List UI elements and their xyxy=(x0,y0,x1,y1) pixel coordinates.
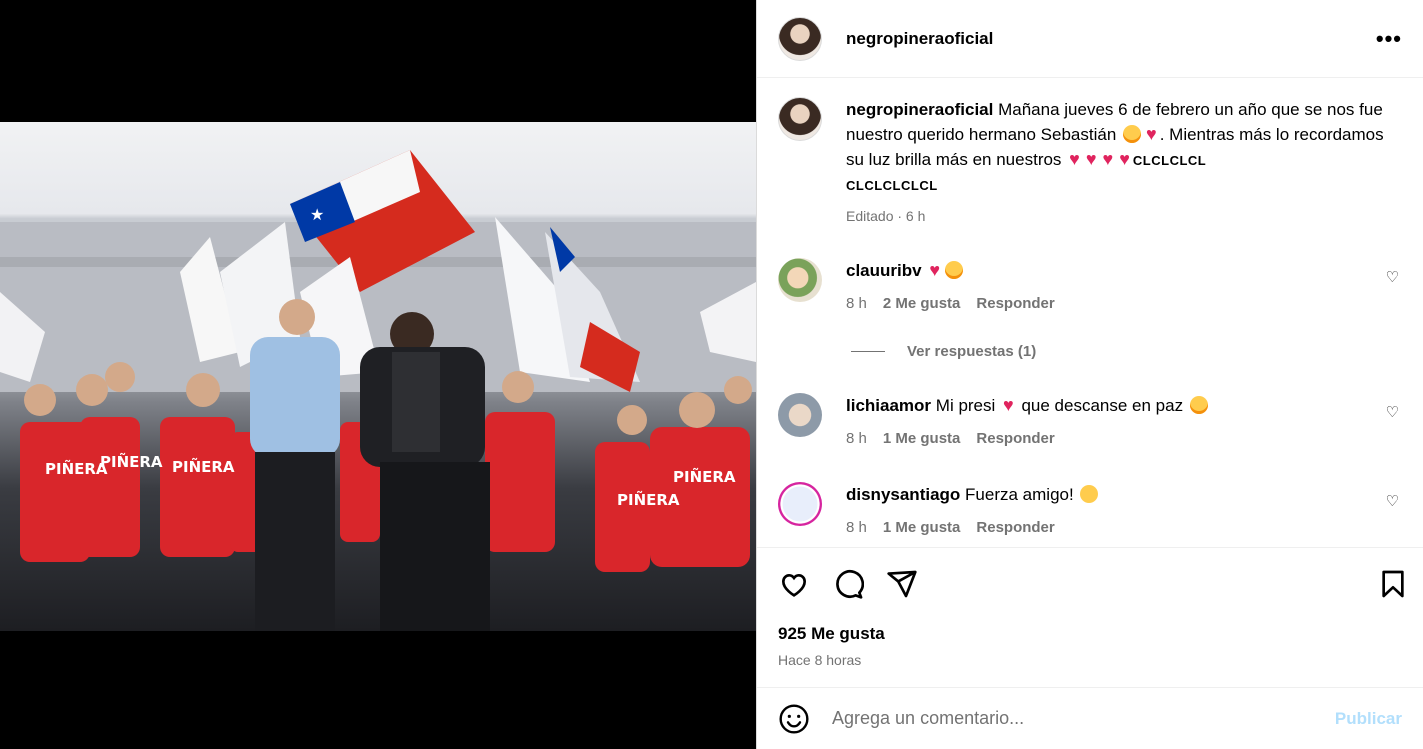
comment-input[interactable]: Agrega un comentario... xyxy=(832,708,1024,729)
speech-bubble-icon[interactable] xyxy=(832,568,864,600)
comment-time: 8 h xyxy=(846,519,867,536)
comment-text: Fuerza amigo! xyxy=(965,485,1074,504)
red-heart-emoji-icon: ♥ xyxy=(1085,149,1097,169)
comment-like-heart-icon[interactable]: ♡ xyxy=(1386,403,1399,421)
red-heart-emoji-icon: ♥ xyxy=(1146,124,1157,144)
rally-illustration: ★ PIÑERAPIÑERA PIÑERA PIÑERAPIÑERA xyxy=(0,150,756,631)
view-replies-button[interactable]: Ver respuestas (1) xyxy=(851,343,1036,360)
publish-button[interactable]: Publicar xyxy=(1335,709,1402,729)
red-heart-emoji-icon: ♥ xyxy=(1102,149,1114,169)
post-actions: 925 Me gusta Hace 8 horas xyxy=(757,547,1423,687)
replies-line xyxy=(851,351,885,352)
comment-like-heart-icon[interactable]: ♡ xyxy=(1386,492,1399,510)
red-heart-emoji-icon: ♥ xyxy=(929,260,941,280)
comment-likes[interactable]: 1 Me gusta xyxy=(883,430,961,447)
comment-like-heart-icon[interactable]: ♡ xyxy=(1386,268,1399,286)
comment-item: lichiaamor Mi presi ♥ que descanse en pa… xyxy=(778,393,1407,451)
commenter-avatar[interactable] xyxy=(778,393,822,437)
flushed-emoji-icon xyxy=(945,261,964,279)
view-replies-label[interactable]: Ver respuestas (1) xyxy=(907,343,1036,360)
red-heart-emoji-icon: ♥ xyxy=(1003,395,1014,415)
commenter-avatar[interactable] xyxy=(778,258,822,302)
comment-likes[interactable]: 1 Me gusta xyxy=(883,519,961,536)
comment-username[interactable]: disnysantiago xyxy=(846,485,960,504)
comment-time: 8 h xyxy=(846,295,867,312)
comment-text-2: que descanse en paz xyxy=(1021,396,1184,415)
heart-eyes-emoji-icon xyxy=(1080,485,1099,503)
svg-text:PIÑERA: PIÑERA xyxy=(172,457,235,476)
svg-text:PIÑERA: PIÑERA xyxy=(45,459,108,478)
comment-item: clauuribv ♥ 8 h 2 Me gusta Responder ♡ xyxy=(778,258,1407,316)
red-heart-emoji-icon: ♥ xyxy=(1119,149,1130,169)
caption-username[interactable]: negropineraoficial xyxy=(846,100,993,119)
caption-tail-2: CLCLCLCLCL xyxy=(846,178,938,193)
reply-button[interactable]: Responder xyxy=(976,519,1054,536)
heart-outline-icon[interactable] xyxy=(778,568,810,600)
caption-avatar[interactable] xyxy=(778,97,822,141)
svg-text:PIÑERA: PIÑERA xyxy=(673,467,736,486)
caption-edited: Editado · 6 h xyxy=(846,208,926,224)
comment-time: 8 h xyxy=(846,430,867,447)
svg-text:PIÑERA: PIÑERA xyxy=(617,490,680,509)
commenter-avatar[interactable] xyxy=(778,482,822,526)
posted-time: Hace 8 horas xyxy=(778,652,862,668)
comment-username[interactable]: clauuribv xyxy=(846,261,922,280)
likes-count[interactable]: 925 Me gusta xyxy=(778,624,885,644)
post-panel: negropineraoficial ••• negropineraoficia… xyxy=(756,0,1423,749)
comment-item: disnysantiago Fuerza amigo! 8 h 1 Me gust… xyxy=(778,482,1407,540)
post-photo: ★ PIÑERA PIÑERA PIÑERA PIÑERA PIÑERA xyxy=(0,122,756,631)
bookmark-icon[interactable] xyxy=(1377,568,1409,600)
flushed-emoji-icon xyxy=(1189,396,1208,414)
add-comment-bar: Agrega un comentario... Publicar xyxy=(757,687,1423,749)
svg-text:★: ★ xyxy=(310,205,324,224)
reply-button[interactable]: Responder xyxy=(976,295,1054,312)
post-header: negropineraoficial ••• xyxy=(757,0,1423,78)
comment-text: Mi presi xyxy=(935,396,996,415)
comment-likes[interactable]: 2 Me gusta xyxy=(883,295,961,312)
author-avatar[interactable] xyxy=(778,16,822,61)
smiley-icon[interactable] xyxy=(778,703,810,735)
svg-text:PIÑERA: PIÑERA xyxy=(100,452,163,471)
flushed-emoji-icon xyxy=(1123,125,1142,143)
red-heart-emoji-icon: ♥ xyxy=(1069,149,1080,169)
author-username[interactable]: negropineraoficial xyxy=(846,29,993,49)
more-dots-icon[interactable]: ••• xyxy=(1376,26,1402,52)
comments-list: negropineraoficial Mañana jueves 6 de fe… xyxy=(757,79,1423,546)
caption-tail-1: CLCLCLCL xyxy=(1132,153,1207,168)
caption: negropineraoficial Mañana jueves 6 de fe… xyxy=(778,97,1407,229)
comment-username[interactable]: lichiaamor xyxy=(846,396,931,415)
post-media[interactable]: ★ PIÑERA PIÑERA PIÑERA PIÑERA PIÑERA xyxy=(0,0,756,749)
reply-button[interactable]: Responder xyxy=(976,430,1054,447)
paper-plane-icon[interactable] xyxy=(886,568,918,600)
